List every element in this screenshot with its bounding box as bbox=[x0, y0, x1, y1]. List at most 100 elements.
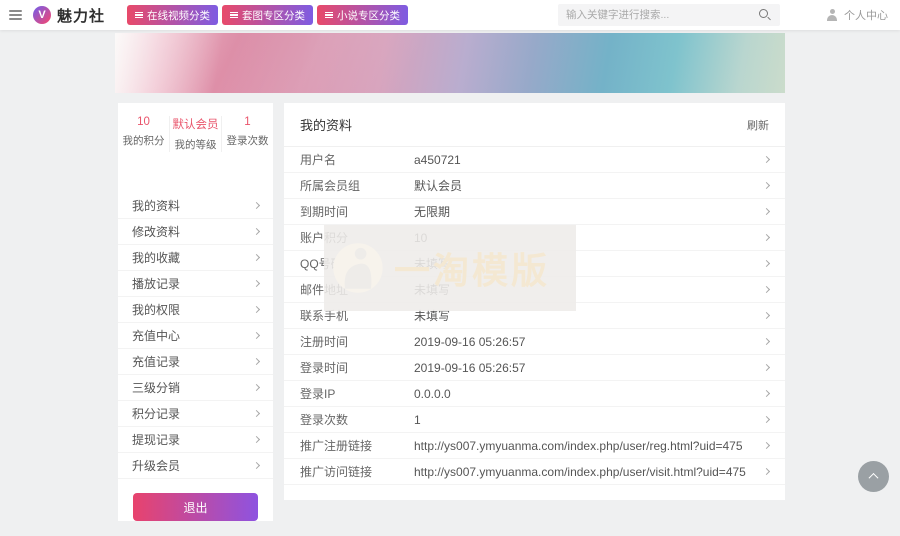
chevron-right-icon bbox=[253, 332, 260, 339]
chevron-right-icon bbox=[253, 202, 260, 209]
chevron-right-icon bbox=[763, 260, 770, 267]
category-nav: 在线视频分类 套图专区分类 小说专区分类 bbox=[127, 5, 408, 25]
sidebar-menu-item[interactable]: 积分记录 bbox=[118, 401, 273, 427]
profile-row-label: 登录次数 bbox=[300, 411, 414, 428]
sidebar-menu-item[interactable]: 我的权限 bbox=[118, 297, 273, 323]
search-icon[interactable] bbox=[759, 9, 771, 21]
stat-label: 我的积分 bbox=[118, 133, 169, 148]
sidebar-menu-label: 提现记录 bbox=[132, 431, 180, 448]
hamburger-menu-icon[interactable] bbox=[9, 10, 22, 20]
profile-row[interactable]: 登录次数 1 bbox=[284, 407, 785, 433]
site-logo-icon[interactable]: V bbox=[33, 6, 51, 24]
profile-row-label: 账户积分 bbox=[300, 229, 414, 246]
stat-item: 1 登录次数 bbox=[221, 116, 273, 152]
sidebar-menu-label: 我的权限 bbox=[132, 301, 180, 318]
sidebar-menu-item[interactable]: 我的资料 bbox=[118, 193, 273, 219]
profile-row[interactable]: 登录IP 0.0.0.0 bbox=[284, 381, 785, 407]
stat-label: 登录次数 bbox=[222, 133, 273, 148]
sidebar-menu-label: 积分记录 bbox=[132, 405, 180, 422]
profile-row[interactable]: 到期时间 无限期 bbox=[284, 199, 785, 225]
sidebar-menu-item[interactable]: 三级分销 bbox=[118, 375, 273, 401]
scroll-to-top-button[interactable] bbox=[858, 461, 889, 492]
profile-row-value: 10 bbox=[414, 231, 764, 245]
category-nav-label: 套图专区分类 bbox=[242, 8, 305, 23]
chevron-right-icon bbox=[253, 462, 260, 469]
category-nav-button[interactable]: 在线视频分类 bbox=[127, 5, 218, 25]
profile-row-value: 未填写 bbox=[414, 281, 764, 298]
list-icon bbox=[325, 12, 333, 19]
profile-row-value: 默认会员 bbox=[414, 177, 764, 194]
chevron-right-icon bbox=[763, 442, 770, 449]
list-icon bbox=[135, 12, 143, 19]
profile-row-label: 邮件地址 bbox=[300, 281, 414, 298]
chevron-right-icon bbox=[763, 390, 770, 397]
profile-row-label: 登录IP bbox=[300, 385, 414, 402]
profile-row[interactable]: 邮件地址 未填写 bbox=[284, 277, 785, 303]
sidebar-menu-item[interactable]: 升级会员 bbox=[118, 453, 273, 479]
profile-row-label: 所属会员组 bbox=[300, 177, 414, 194]
chevron-right-icon bbox=[253, 254, 260, 261]
profile-row[interactable]: 所属会员组 默认会员 bbox=[284, 173, 785, 199]
sidebar-menu-label: 充值记录 bbox=[132, 353, 180, 370]
profile-row-value: 0.0.0.0 bbox=[414, 387, 764, 401]
chevron-right-icon bbox=[763, 416, 770, 423]
profile-row[interactable]: 登录时间 2019-09-16 05:26:57 bbox=[284, 355, 785, 381]
chevron-right-icon bbox=[253, 384, 260, 391]
chevron-right-icon bbox=[253, 306, 260, 313]
user-center-link[interactable]: 个人中心 bbox=[826, 0, 888, 30]
chevron-right-icon bbox=[763, 234, 770, 241]
sidebar-menu-label: 三级分销 bbox=[132, 379, 180, 396]
stat-item: 默认会员 我的等级 bbox=[169, 116, 221, 152]
chevron-right-icon bbox=[763, 208, 770, 215]
profile-row[interactable]: 推广注册链接 http://ys007.ymyuanma.com/index.p… bbox=[284, 433, 785, 459]
stat-label: 我的等级 bbox=[170, 137, 221, 152]
profile-row-value: 未填写 bbox=[414, 255, 764, 272]
user-stats: 10 我的积分 默认会员 我的等级 1 登录次数 bbox=[118, 103, 273, 163]
chevron-right-icon bbox=[253, 228, 260, 235]
sidebar-menu-item[interactable]: 修改资料 bbox=[118, 219, 273, 245]
top-header: V 魅力社 在线视频分类 套图专区分类 小说专区分类 个人中心 bbox=[0, 0, 900, 30]
profile-sidebar: 10 我的积分 默认会员 我的等级 1 登录次数 我的资料 修改资料 bbox=[118, 103, 273, 521]
profile-row[interactable]: 注册时间 2019-09-16 05:26:57 bbox=[284, 329, 785, 355]
profile-detail-card: 我的资料 刷新 用户名 a450721 所属会员组 默认会员 到期时间 无限期 bbox=[284, 103, 785, 500]
hero-banner-image bbox=[115, 33, 785, 93]
chevron-up-icon bbox=[869, 473, 879, 483]
sidebar-menu-label: 充值中心 bbox=[132, 327, 180, 344]
profile-row[interactable]: 账户积分 10 bbox=[284, 225, 785, 251]
category-nav-button[interactable]: 套图专区分类 bbox=[222, 5, 313, 25]
profile-row-value: http://ys007.ymyuanma.com/index.php/user… bbox=[414, 439, 764, 453]
profile-rows: 用户名 a450721 所属会员组 默认会员 到期时间 无限期 账户积分 10 bbox=[284, 147, 785, 485]
profile-row[interactable]: 用户名 a450721 bbox=[284, 147, 785, 173]
chevron-right-icon bbox=[253, 280, 260, 287]
site-brand-name[interactable]: 魅力社 bbox=[57, 5, 105, 26]
profile-row-value: 2019-09-16 05:26:57 bbox=[414, 335, 764, 349]
sidebar-menu-label: 我的收藏 bbox=[132, 249, 180, 266]
sidebar-menu-item[interactable]: 提现记录 bbox=[118, 427, 273, 453]
profile-row-value: 1 bbox=[414, 413, 764, 427]
chevron-right-icon bbox=[763, 156, 770, 163]
card-header: 我的资料 刷新 bbox=[284, 103, 785, 147]
chevron-right-icon bbox=[763, 286, 770, 293]
profile-row-label: 用户名 bbox=[300, 151, 414, 168]
profile-row[interactable]: QQ号码 未填写 bbox=[284, 251, 785, 277]
category-nav-label: 小说专区分类 bbox=[337, 8, 400, 23]
sidebar-menu-item[interactable]: 播放记录 bbox=[118, 271, 273, 297]
stat-value: 1 bbox=[222, 116, 273, 128]
sidebar-menu-item[interactable]: 我的收藏 bbox=[118, 245, 273, 271]
person-icon bbox=[826, 9, 839, 21]
stat-value: 10 bbox=[118, 116, 169, 128]
profile-row[interactable]: 推广访问链接 http://ys007.ymyuanma.com/index.p… bbox=[284, 459, 785, 485]
category-nav-button[interactable]: 小说专区分类 bbox=[317, 5, 408, 25]
chevron-right-icon bbox=[763, 338, 770, 345]
category-nav-label: 在线视频分类 bbox=[147, 8, 210, 23]
chevron-right-icon bbox=[763, 182, 770, 189]
logout-button[interactable]: 退出 bbox=[133, 493, 258, 521]
search-input[interactable] bbox=[558, 4, 759, 26]
profile-row-label: 登录时间 bbox=[300, 359, 414, 376]
profile-row-value: a450721 bbox=[414, 153, 764, 167]
profile-row[interactable]: 联系手机 未填写 bbox=[284, 303, 785, 329]
refresh-button[interactable]: 刷新 bbox=[747, 117, 769, 133]
sidebar-menu-item[interactable]: 充值中心 bbox=[118, 323, 273, 349]
profile-row-label: 到期时间 bbox=[300, 203, 414, 220]
sidebar-menu-item[interactable]: 充值记录 bbox=[118, 349, 273, 375]
